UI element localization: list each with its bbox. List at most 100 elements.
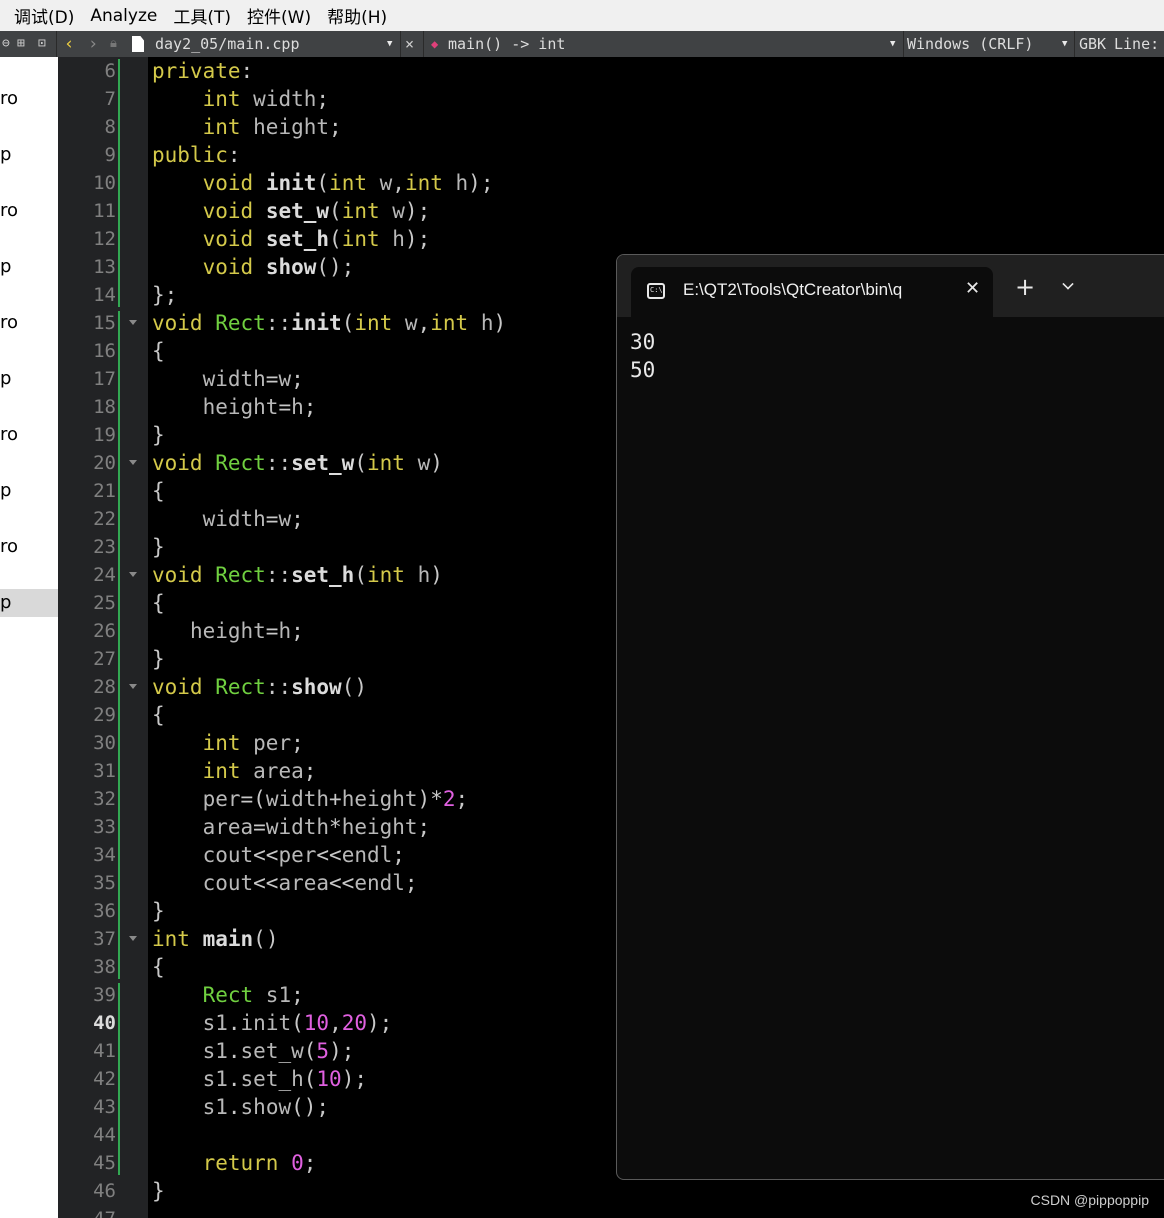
code-line[interactable]: void Rect::init(int w,int h) [152,309,506,337]
code-line[interactable]: s1.set_h(10); [152,1065,367,1093]
code-line[interactable]: s1.init(10,20); [152,1009,393,1037]
sync-icon[interactable]: ⊖ [2,31,10,57]
code-line[interactable]: s1.show(); [152,1093,329,1121]
code-line[interactable]: { [152,701,165,729]
code-line[interactable]: { [152,953,165,981]
project-tree-item[interactable]: p [0,253,58,281]
code-line[interactable]: { [152,337,165,365]
code-token: , [392,171,405,195]
line-ending-selector[interactable]: Windows (CRLF) [907,31,1033,57]
fold-marker-icon[interactable] [129,684,137,689]
code-line[interactable]: void Rect::show() [152,673,367,701]
code-line[interactable]: } [152,897,165,925]
project-tree-item[interactable]: ro [0,309,58,337]
code-line[interactable]: Rect s1; [152,981,304,1009]
code-line[interactable]: width=w; [152,505,304,533]
lock-icon[interactable]: 🔒︎ [110,31,117,57]
project-tree-item[interactable]: ro [0,85,58,113]
code-line[interactable]: s1.set_w(5); [152,1037,355,1065]
code-token: width [202,367,266,391]
code-line[interactable]: } [152,421,165,449]
file-name[interactable]: day2_05/main.cpp [155,31,300,57]
code-token: int [366,563,405,587]
code-line[interactable]: void set_w(int w); [152,197,431,225]
code-line[interactable]: int height; [152,113,342,141]
fold-marker-icon[interactable] [129,572,137,577]
code-line[interactable]: } [152,1177,165,1205]
forward-arrow-icon[interactable]: › [88,31,98,57]
code-token: height [202,395,279,419]
code-line[interactable]: } [152,533,165,561]
code-line[interactable]: int per; [152,729,304,757]
code-token: int [366,451,405,475]
terminal-tab[interactable]: C:\ E:\QT2\Tools\QtCreator\bin\q ✕ [631,267,993,317]
project-tree-item[interactable]: p [0,365,58,393]
line-ending-dropdown-icon[interactable]: ▼ [1062,31,1067,57]
code-token: int [202,115,241,139]
code-line[interactable]: private: [152,57,253,85]
menu-help[interactable]: 帮助(H) [319,3,395,28]
fold-marker-icon[interactable] [129,320,137,325]
code-token: w [404,451,431,475]
new-tab-icon[interactable]: + [1015,275,1035,299]
code-line[interactable]: void show(); [152,253,355,281]
code-line[interactable]: height=h; [152,617,304,645]
project-tree-item[interactable]: ro [0,197,58,225]
split-icon[interactable]: ⊞ [17,31,25,57]
code-line[interactable]: } [152,645,165,673]
menu-debug[interactable]: 调试(D) [0,3,82,28]
code-token: set_h [291,563,355,587]
close-icon[interactable]: ✕ [965,278,980,299]
back-arrow-icon[interactable]: ‹ [64,31,74,57]
menu-controls[interactable]: 控件(W) [239,3,319,28]
code-line[interactable]: cout<<area<<endl; [152,869,418,897]
terminal-title-bar: C:\ E:\QT2\Tools\QtCreator\bin\q ✕ + [617,255,1164,317]
code-line[interactable]: int main() [152,925,278,953]
code-line[interactable]: void Rect::set_w(int w) [152,449,443,477]
code-line[interactable]: { [152,589,165,617]
code-token: . [227,1039,241,1063]
code-line[interactable]: }; [152,281,177,309]
project-tree-item[interactable]: p [0,477,58,505]
project-tree-item[interactable]: p [0,589,58,617]
symbol-selector[interactable]: main() -> int [448,31,565,57]
code-token: h [278,619,292,643]
code-line[interactable]: width=w; [152,365,304,393]
file-dropdown-icon[interactable]: ▼ [387,31,392,57]
code-line[interactable]: { [152,477,165,505]
fold-marker-icon[interactable] [129,936,137,941]
code-line[interactable]: int width; [152,85,329,113]
code-line[interactable]: per=(width+height)*2; [152,785,469,813]
code-token: area [202,815,254,839]
menu-analyze[interactable]: Analyze [82,6,165,26]
code-line[interactable]: void Rect::set_h(int h) [152,561,443,589]
code-token: void [152,311,203,335]
code-line[interactable]: public: [152,141,241,169]
code-line[interactable]: return 0; [152,1149,317,1177]
project-tree-item[interactable]: ro [0,533,58,561]
symbol-dropdown-icon[interactable]: ▼ [890,31,895,57]
encoding-label[interactable]: GBK [1079,31,1106,57]
code-line[interactable]: void init(int w,int h); [152,169,494,197]
code-token: init [240,1011,292,1035]
project-tree-item[interactable]: p [0,141,58,169]
line-indicator[interactable]: Line: [1114,31,1159,57]
code-line[interactable]: area=width*height; [152,813,431,841]
menu-tools[interactable]: 工具(T) [165,3,239,28]
code-token: cout [202,871,254,895]
close-file-icon[interactable]: × [405,31,414,57]
project-tree-item[interactable]: ro [0,421,58,449]
fold-marker-icon[interactable] [129,460,137,465]
chevron-down-icon[interactable] [1062,278,1074,290]
code-token: ; [329,115,342,139]
code-line[interactable]: int area; [152,757,317,785]
line-number: 29 [93,704,116,726]
code-token: ); [341,1067,367,1091]
code-line[interactable]: height=h; [152,393,317,421]
code-line[interactable]: cout<<per<<endl; [152,841,405,869]
code-line[interactable]: void set_h(int h); [152,225,431,253]
close-split-icon[interactable]: ⊡ [38,31,46,57]
